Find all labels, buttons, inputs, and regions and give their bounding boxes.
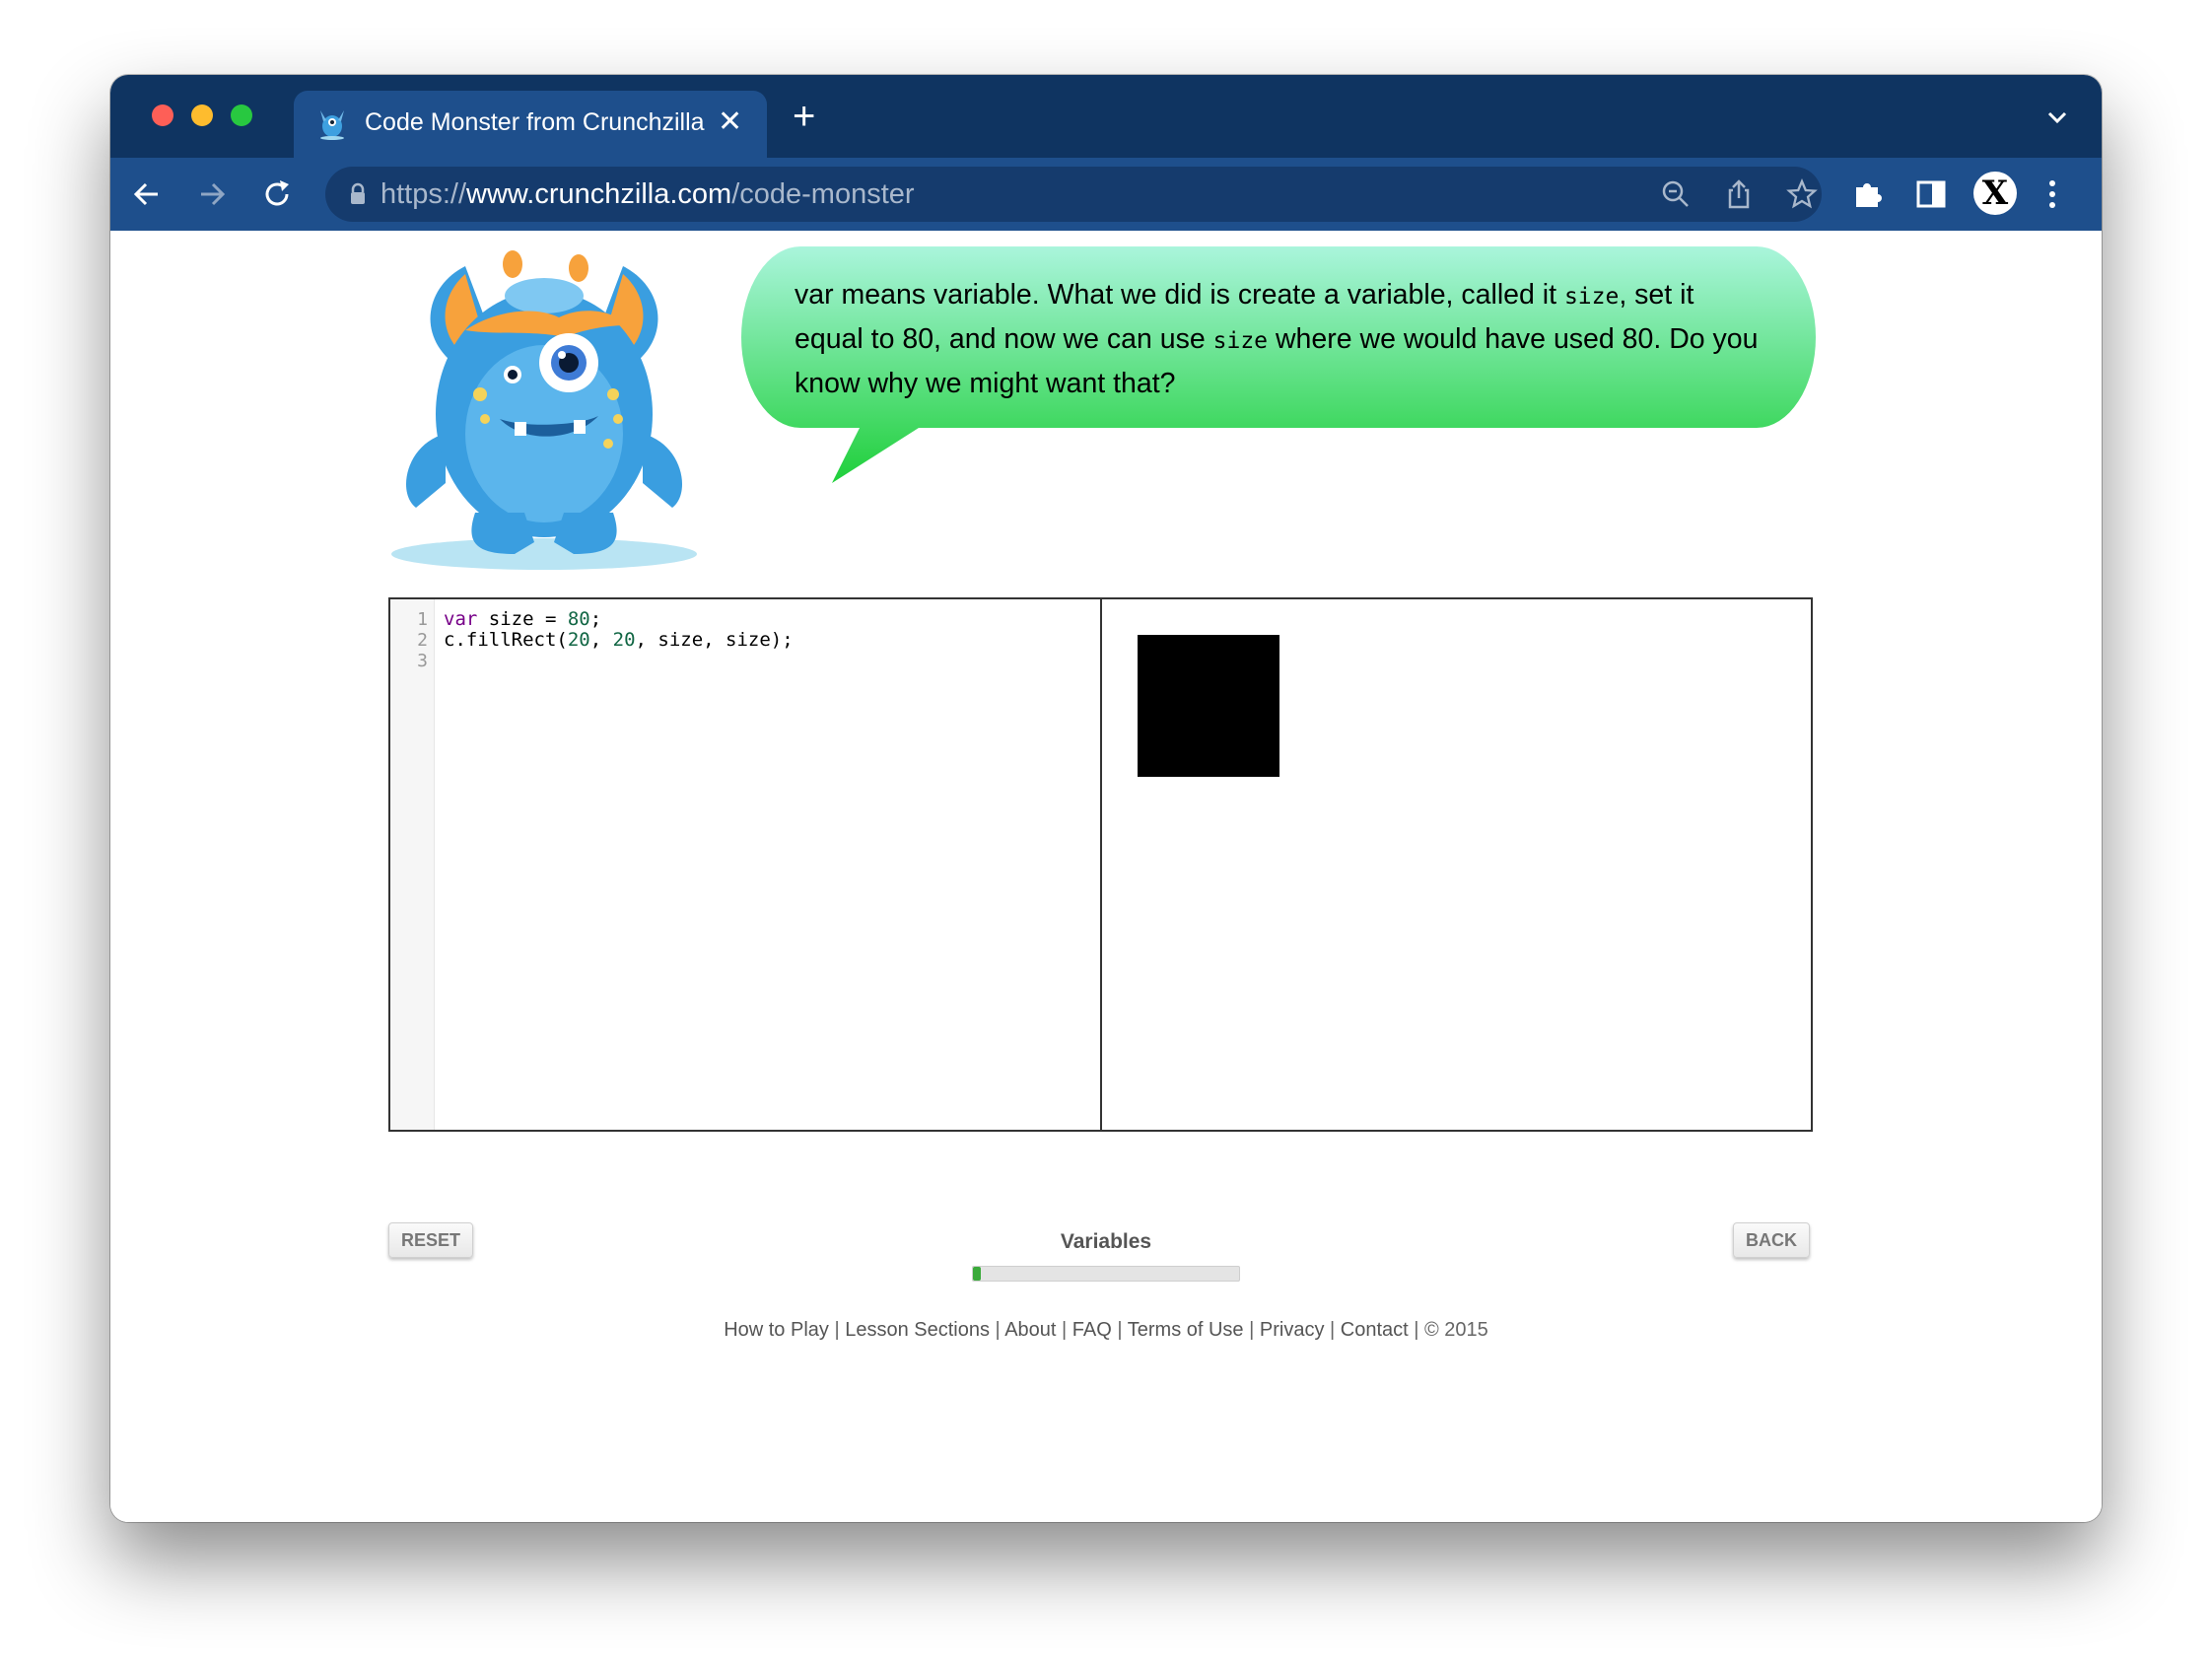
footer-link-about[interactable]: About <box>1004 1319 1056 1341</box>
code-text: , <box>589 629 613 651</box>
side-panel-icon[interactable] <box>1912 175 1950 213</box>
new-tab-button[interactable]: + <box>793 97 815 136</box>
tab-title: Code Monster from Crunchzilla <box>365 108 705 136</box>
code-line-2[interactable]: c.fillRect(20, 20, size, size); <box>444 629 794 651</box>
footer-copyright: © 2015 <box>1424 1319 1488 1341</box>
code-text: ; <box>589 608 602 630</box>
share-icon[interactable] <box>1723 178 1755 210</box>
code-keyword: var <box>444 608 478 630</box>
message-code-size-2: size <box>1212 328 1269 354</box>
footer-separator: | <box>828 1319 846 1341</box>
back-button[interactable]: BACK <box>1733 1222 1810 1258</box>
code-line-1[interactable]: var size = 80; <box>444 608 601 630</box>
back-arrow-icon[interactable] <box>128 175 166 213</box>
address-bar[interactable]: https://www.crunchzilla.com/code-monster <box>325 167 1822 222</box>
zoom-icon[interactable] <box>1660 178 1692 210</box>
tab-code-monster[interactable]: Code Monster from Crunchzilla ✕ <box>294 91 767 158</box>
footer-link-contact[interactable]: Contact <box>1341 1319 1409 1341</box>
footer-separator: | <box>989 1319 1005 1341</box>
message-code-size-1: size <box>1563 284 1620 310</box>
tab-search-chevron-icon[interactable] <box>2046 110 2068 124</box>
code-text: , size, size); <box>635 629 794 651</box>
footer-link-how-to-play[interactable]: How to Play <box>724 1319 829 1341</box>
url-path: /code-monster <box>731 178 915 210</box>
code-text: size = <box>477 608 568 630</box>
zoom-window-button[interactable] <box>231 104 252 126</box>
code-text: c.fillRect( <box>444 629 568 651</box>
tab-close-icon[interactable]: ✕ <box>718 104 742 140</box>
footer-separator: | <box>1111 1319 1128 1341</box>
more-menu-icon[interactable] <box>2048 175 2056 213</box>
message-part-1: var means variable. What we did is creat… <box>795 279 1564 311</box>
page-content: var means variable. What we did is creat… <box>110 231 2102 1522</box>
monster-favicon-icon <box>320 110 344 140</box>
footer-separator: | <box>1243 1319 1260 1341</box>
code-number: 20 <box>612 629 636 651</box>
code-editor-area: 1 2 3 var size = 80; c.fillRect(20, 20, … <box>388 597 1813 1132</box>
filled-rectangle <box>1138 635 1279 777</box>
browser-window: Code Monster from Crunchzilla ✕ + https:… <box>110 75 2102 1522</box>
minimize-window-button[interactable] <box>191 104 213 126</box>
forward-arrow-icon[interactable] <box>193 175 231 213</box>
browser-toolbar: https://www.crunchzilla.com/code-monster… <box>110 158 2102 231</box>
line-number: 3 <box>417 651 428 671</box>
code-number: 20 <box>567 629 590 651</box>
url-scheme: https:// <box>380 178 467 210</box>
url-host: www.crunchzilla.com <box>466 178 732 210</box>
code-monster-mascot <box>391 250 697 570</box>
footer-separator: | <box>1056 1319 1072 1341</box>
reset-button[interactable]: RESET <box>388 1222 474 1258</box>
footer-separator: | <box>1408 1319 1425 1341</box>
lesson-title: Variables <box>1060 1230 1152 1253</box>
line-number-gutter: 1 2 3 <box>390 599 435 1130</box>
lock-icon <box>351 182 365 204</box>
extensions-puzzle-icon[interactable] <box>1849 175 1887 213</box>
progress-fill <box>973 1267 982 1281</box>
footer-links: How to Play | Lesson Sections | About | … <box>662 1319 1550 1342</box>
profile-avatar[interactable]: X <box>1973 172 2017 215</box>
footer-separator: | <box>1324 1319 1341 1341</box>
tab-strip: Code Monster from Crunchzilla ✕ + <box>110 75 2102 158</box>
footer-link-privacy[interactable]: Privacy <box>1260 1319 1325 1341</box>
footer-link-faq[interactable]: FAQ <box>1072 1319 1112 1341</box>
line-number: 2 <box>417 630 428 651</box>
code-editor[interactable]: 1 2 3 var size = 80; c.fillRect(20, 20, … <box>390 599 1102 1130</box>
line-number: 1 <box>417 609 428 630</box>
footer-link-terms-of-use[interactable]: Terms of Use <box>1128 1319 1244 1341</box>
bookmark-star-icon[interactable] <box>1786 178 1818 210</box>
close-window-button[interactable] <box>152 104 173 126</box>
lesson-progress-bar <box>972 1266 1240 1282</box>
url-text[interactable]: https://www.crunchzilla.com/code-monster <box>380 178 915 211</box>
reload-icon[interactable] <box>258 175 296 213</box>
code-number: 80 <box>567 608 590 630</box>
output-canvas <box>1102 599 1811 1130</box>
monster-message: var means variable. What we did is creat… <box>795 274 1761 405</box>
footer-link-lesson-sections[interactable]: Lesson Sections <box>845 1319 990 1341</box>
